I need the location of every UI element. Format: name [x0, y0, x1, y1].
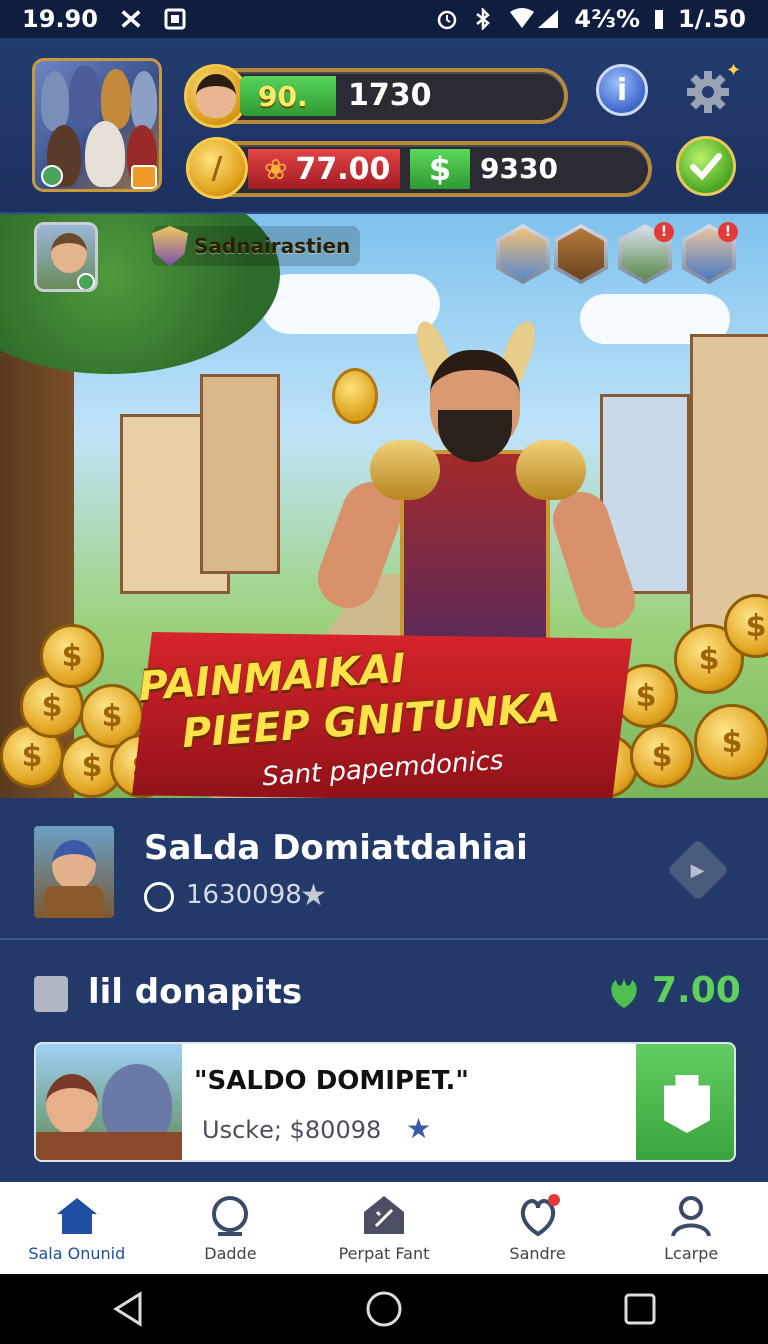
currency-bar: / ❀ 77.00 $ 9330: [186, 137, 652, 199]
crate-slot[interactable]: [554, 224, 608, 284]
nav-item-social[interactable]: Sandre: [461, 1182, 615, 1274]
offer-card[interactable]: "SALDO DOMIPET." Usckе; $80098 ★: [34, 1042, 736, 1162]
status-time: 19.90: [22, 5, 98, 33]
hero-slot-1[interactable]: [496, 224, 550, 284]
sparkle-icon: ✦: [726, 60, 742, 81]
guild-badge[interactable]: [32, 58, 162, 192]
player-row[interactable]: SaLda Domiatdahiai 1630098 ★ ▶: [0, 798, 768, 940]
battery-percent: 4⅔%: [574, 5, 641, 33]
offer-subtitle: Usckе; $80098: [202, 1116, 382, 1144]
wifi-icon: [508, 8, 560, 30]
star-icon: ★: [406, 1112, 432, 1145]
notification-badge: !: [718, 222, 738, 242]
nav-label: Sala Onunid: [28, 1244, 126, 1263]
shield-icon: [664, 1075, 710, 1133]
leaf-icon: [606, 974, 642, 1010]
player-level: 90.: [240, 76, 336, 116]
level-bar: 90. 1730: [184, 64, 568, 128]
bluetooth-icon: [472, 8, 494, 30]
nav-item-tag[interactable]: Perpat Fant: [307, 1182, 461, 1274]
link-icon: [144, 882, 174, 912]
home-icon: [55, 1194, 99, 1238]
top-hud: 90. 1730 / ❀ 77.00 $ 9330 i ✦: [0, 38, 768, 214]
player-name: SaLda Domiatdahiai: [144, 828, 528, 868]
battery-icon: [654, 8, 664, 30]
gold-coin-icon: /: [186, 137, 248, 199]
deposit-label: lil donapits: [88, 972, 303, 1012]
player-card-avatar[interactable]: [34, 222, 98, 292]
nav-label: Sandre: [509, 1244, 566, 1263]
system-nav-bar: [0, 1274, 768, 1344]
profile-icon: [669, 1194, 713, 1238]
search-icon: [208, 1194, 252, 1238]
player-portrait: [34, 826, 114, 918]
nav-item-search[interactable]: Dadde: [154, 1182, 308, 1274]
gem-icon: ❀: [264, 152, 288, 186]
screenshot-icon: [164, 8, 186, 30]
player-avatar[interactable]: [184, 64, 248, 128]
nav-label: Dadde: [204, 1244, 257, 1263]
nav-item-profile[interactable]: Lcarpe: [614, 1182, 768, 1274]
red-currency-value: 77.00: [295, 151, 391, 187]
player-details-button[interactable]: ▶: [666, 838, 730, 902]
player-score: 1630098: [186, 880, 302, 910]
offer-claim-button[interactable]: [636, 1044, 734, 1160]
home-circle-icon[interactable]: [362, 1287, 406, 1331]
play-arrow-icon: ▶: [691, 859, 705, 881]
game-screen: 19.90 4⅔% 1/.50 90. 1730 / ❀ 77.00 $ 933…: [0, 0, 768, 1344]
deposit-row: lil donapits 7.00: [0, 958, 768, 1038]
alarm-icon: [436, 8, 458, 30]
deposit-amount: 7.00: [652, 970, 741, 1011]
offer-image: [36, 1044, 182, 1160]
star-icon: ★: [300, 878, 327, 913]
missed-call-icon: [120, 8, 142, 30]
floating-coin: [332, 368, 378, 424]
notification-badge: !: [654, 222, 674, 242]
info-button[interactable]: i: [596, 64, 648, 116]
status-time-right: 1/.50: [678, 5, 746, 33]
deposit-checkbox[interactable]: [34, 976, 68, 1012]
guild-name: Sadnairastien: [194, 234, 351, 258]
nav-item-home[interactable]: Sala Onunid: [0, 1182, 154, 1274]
event-banner[interactable]: Sadnairastien ! ! $ $ $ $ $ $ $ $ $ $ PA…: [0, 214, 768, 798]
content-panel: SaLda Domiatdahiai 1630098 ★ ▶ lil donap…: [0, 798, 768, 1182]
recents-icon[interactable]: [618, 1287, 662, 1331]
offer-title: "SALDO DOMIPET.": [194, 1066, 469, 1096]
xp-value: 1730: [348, 78, 432, 113]
heart-icon: [516, 1194, 560, 1238]
nav-label: Perpat Fant: [338, 1244, 430, 1263]
back-icon[interactable]: [106, 1287, 150, 1331]
cash-value: 9330: [480, 152, 558, 185]
red-currency: ❀ 77.00: [248, 149, 400, 189]
confirm-check-button[interactable]: [676, 136, 736, 196]
guild-tag[interactable]: Sadnairastien: [152, 226, 361, 266]
bottom-nav: Sala Onunid Dadde Perpat Fant Sandre Lca…: [0, 1182, 768, 1274]
tag-icon: [362, 1194, 406, 1238]
status-bar: 19.90 4⅔% 1/.50: [0, 0, 768, 38]
nav-label: Lcarpe: [664, 1244, 719, 1263]
guild-shield-icon: [152, 226, 188, 266]
cash-icon: $: [410, 149, 470, 189]
